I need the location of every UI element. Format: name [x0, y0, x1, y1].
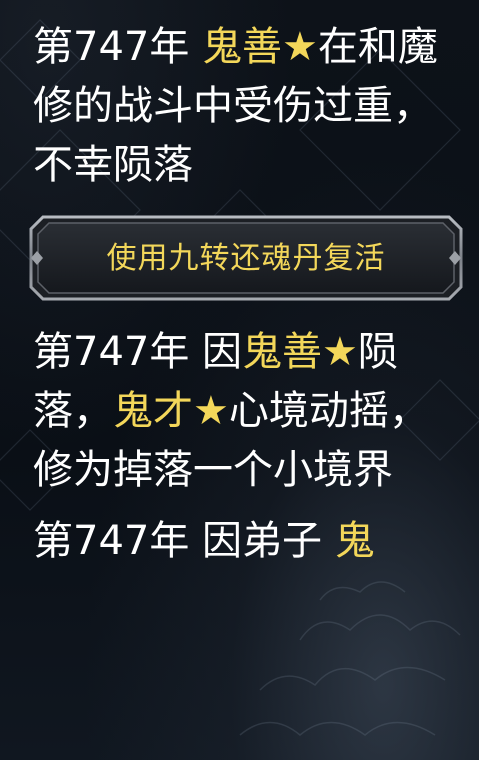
character-name[interactable]: 鬼才★	[113, 388, 229, 434]
event-log: 第747年 鬼善★在和魔修的战斗中受伤过重，不幸陨落 使用九转还魂丹复活 第74…	[29, 18, 463, 571]
log-entry: 第747年 鬼善★在和魔修的战斗中受伤过重，不幸陨落	[33, 18, 443, 195]
entry-year: 第747年	[33, 24, 203, 70]
character-name[interactable]: 鬼善★	[202, 24, 318, 70]
entry-year: 第747年 因弟子	[33, 518, 335, 564]
revive-button-container: 使用九转还魂丹复活	[29, 215, 463, 301]
character-name[interactable]: 鬼善★	[242, 329, 358, 375]
entry-year: 第747年 因	[33, 329, 243, 375]
revive-button-label: 使用九转还魂丹复活	[106, 240, 386, 276]
log-entry: 第747年 因弟子 鬼	[33, 512, 443, 571]
revive-button[interactable]: 使用九转还魂丹复活	[29, 215, 463, 301]
log-entry: 第747年 因鬼善★陨落，鬼才★心境动摇，修为掉落一个小境界	[33, 323, 443, 500]
character-name[interactable]: 鬼	[335, 518, 375, 564]
